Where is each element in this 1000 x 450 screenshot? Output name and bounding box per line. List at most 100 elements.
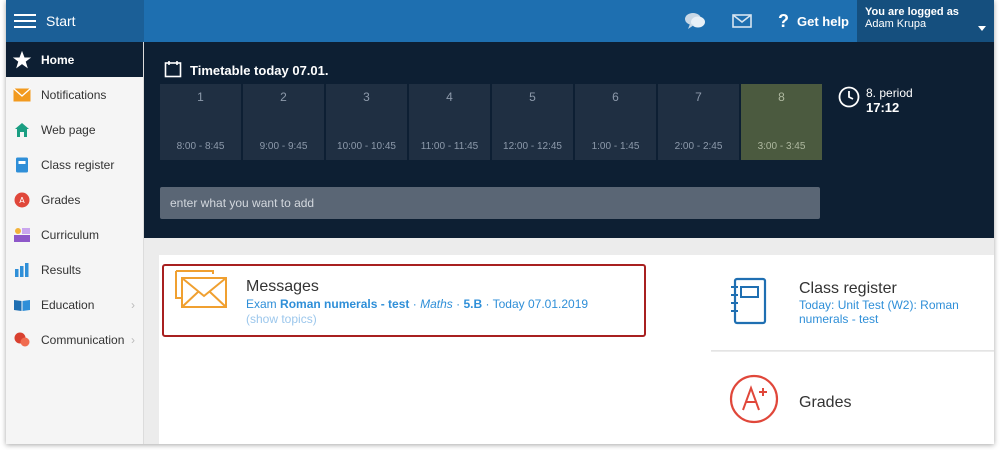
period-number: 3: [363, 90, 370, 104]
sidebar-item-education[interactable]: Education ›: [6, 287, 143, 322]
period-number: 7: [695, 90, 702, 104]
sidebar-item-label: Grades: [41, 192, 81, 207]
current-period-info: 8. period 17:12: [838, 86, 913, 115]
separator: ·: [456, 297, 461, 311]
calendar-icon: [164, 60, 182, 81]
envelope-icon: [12, 86, 32, 104]
class-register-card[interactable]: Class register Today: Unit Test (W2): Ro…: [711, 255, 994, 351]
period-time: 1:00 - 1:45: [591, 141, 640, 152]
hamburger-icon: [14, 14, 36, 28]
grade-icon: A: [12, 191, 32, 209]
period-time: 2:00 - 2:45: [674, 141, 723, 152]
class-register-subtitle[interactable]: Today: Unit Test (W2): Roman numerals - …: [799, 298, 985, 326]
app-window: Start ? Get help You are logged as Adam …: [6, 0, 994, 444]
period-time: 11:00 - 11:45: [420, 141, 479, 152]
period-number: 1: [197, 90, 204, 104]
sidebar: Home Notifications Web page Class regist…: [6, 42, 144, 444]
period-cell[interactable]: 4 11:00 - 11:45: [409, 84, 490, 160]
period-cell[interactable]: 6 1:00 - 1:45: [575, 84, 656, 160]
period-cell[interactable]: 5 12:00 - 12:45: [492, 84, 573, 160]
sidebar-item-home[interactable]: Home: [6, 42, 143, 77]
start-label: Start: [46, 13, 76, 29]
sidebar-item-communication[interactable]: Communication ›: [6, 322, 143, 357]
timetable-panel: Timetable today 07.01. 1 8:00 - 8:45 2 9:0…: [144, 42, 994, 238]
svg-text:A: A: [19, 196, 25, 205]
period-number: 8: [778, 90, 785, 104]
sidebar-item-label: Web page: [41, 122, 96, 137]
period-time: 3:00 - 3:45: [757, 141, 806, 152]
messages-card: Messages Exam Roman numerals - test · Ma…: [159, 255, 711, 444]
grades-card[interactable]: Grades: [711, 352, 994, 444]
top-actions: ? Get help: [684, 0, 849, 42]
period-cell[interactable]: 3 10:00 - 10:45: [326, 84, 407, 160]
chat-bubbles-icon[interactable]: [684, 12, 706, 30]
notebook-icon: [729, 277, 769, 332]
bar-chart-icon: [12, 261, 32, 279]
message-date: Today 07.01.2019: [492, 297, 589, 311]
messages-envelope-icon: [173, 268, 229, 315]
messages-title: Messages: [246, 278, 319, 295]
period-cell-current[interactable]: 8 3:00 - 3:45: [741, 84, 822, 160]
period-time: 8:00 - 8:45: [176, 141, 225, 152]
period-list: 1 8:00 - 8:45 2 9:00 - 9:45 3 10:00 - 10:45…: [160, 84, 822, 160]
current-time: 17:12: [866, 100, 900, 115]
teacher-icon: [12, 226, 32, 244]
sidebar-item-results[interactable]: Results: [6, 252, 143, 287]
timetable-title: Timetable today 07.01.: [190, 63, 329, 78]
sidebar-item-label: Home: [41, 52, 75, 67]
question-mark-icon: ?: [777, 10, 789, 31]
exam-name-link[interactable]: Roman numerals - test: [280, 297, 409, 311]
class-name: 5.B: [463, 297, 483, 311]
message-entry[interactable]: Exam Roman numerals - test · Maths · 5.B…: [246, 297, 588, 311]
sidebar-item-label: Communication: [41, 332, 125, 347]
subject-name: Maths: [420, 297, 453, 311]
house-icon: [12, 121, 32, 139]
separator: ·: [412, 297, 417, 311]
add-entry-input[interactable]: enter what you want to add: [160, 187, 820, 219]
star-icon: [12, 50, 32, 69]
period-number: 5: [529, 90, 536, 104]
notebook-icon: [12, 156, 32, 174]
period-number: 6: [612, 90, 619, 104]
user-caption: You are logged as: [865, 6, 959, 18]
sidebar-item-notifications[interactable]: Notifications: [6, 77, 143, 112]
grades-title: Grades: [799, 394, 852, 411]
period-cell[interactable]: 7 2:00 - 2:45: [658, 84, 739, 160]
chat-icon: [12, 331, 32, 349]
mail-icon[interactable]: [732, 14, 752, 28]
sidebar-item-web-page[interactable]: Web page: [6, 112, 143, 147]
show-topics-link[interactable]: (show topics): [246, 312, 317, 326]
chevron-right-icon: ›: [131, 297, 135, 312]
sidebar-item-label: Class register: [41, 157, 115, 172]
period-cell[interactable]: 2 9:00 - 9:45: [243, 84, 324, 160]
sidebar-item-label: Education: [41, 297, 95, 312]
period-cell[interactable]: 1 8:00 - 8:45: [160, 84, 241, 160]
start-menu-button[interactable]: Start: [6, 0, 144, 42]
separator: ·: [485, 297, 490, 311]
chevron-right-icon: ›: [131, 332, 135, 347]
class-register-title: Class register: [799, 280, 897, 297]
book-icon: [12, 296, 32, 314]
period-time: 9:00 - 9:45: [259, 141, 308, 152]
sidebar-item-class-register[interactable]: Class register: [6, 147, 143, 182]
top-bar: Start ? Get help You are logged as Adam …: [6, 0, 994, 42]
dropdown-caret-icon: [978, 26, 986, 31]
current-period-label: 8. period: [866, 86, 913, 100]
sidebar-item-label: Notifications: [41, 87, 107, 102]
sidebar-item-label: Curriculum: [41, 227, 100, 242]
user-menu[interactable]: You are logged as Adam Krupa: [857, 0, 994, 42]
user-name: Adam Krupa: [865, 18, 927, 30]
sidebar-item-label: Results: [41, 262, 82, 277]
period-time: 12:00 - 12:45: [503, 141, 562, 152]
period-number: 4: [446, 90, 453, 104]
message-type: Exam: [246, 297, 277, 311]
sidebar-item-curriculum[interactable]: Curriculum: [6, 217, 143, 252]
clock-icon: [838, 86, 860, 115]
sidebar-item-grades[interactable]: A Grades: [6, 182, 143, 217]
timetable-header: Timetable today 07.01.: [164, 60, 329, 81]
get-help-label: Get help: [796, 13, 849, 29]
period-time: 10:00 - 10:45: [337, 141, 396, 152]
period-number: 2: [280, 90, 287, 104]
get-help-button[interactable]: ? Get help: [778, 11, 849, 32]
grade-a-plus-icon: [729, 374, 779, 429]
